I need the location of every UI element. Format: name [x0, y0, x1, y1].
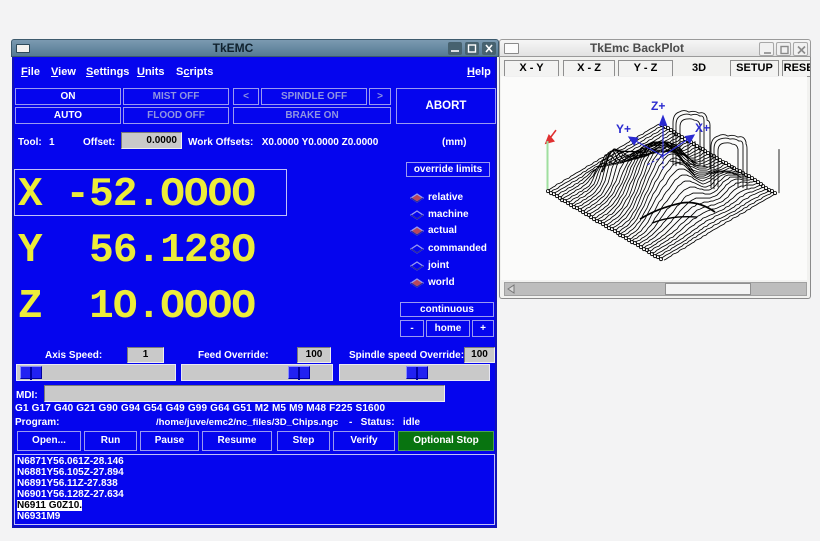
- svg-text:X+: X+: [695, 121, 710, 135]
- svg-text:Z+: Z+: [651, 99, 665, 113]
- svg-text:Y+: Y+: [616, 122, 631, 136]
